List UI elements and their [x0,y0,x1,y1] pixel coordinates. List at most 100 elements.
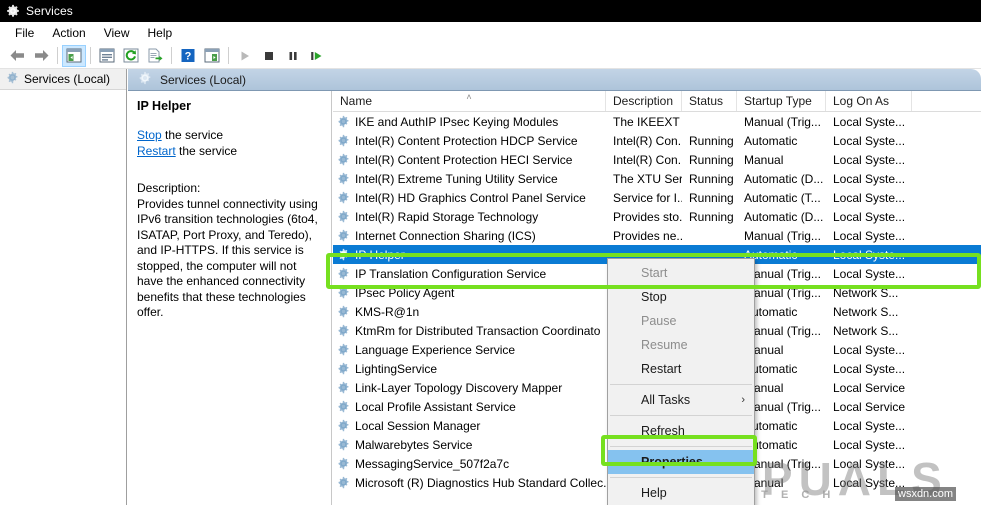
service-name-label: KtmRm for Distributed Transaction Coordi… [355,323,601,338]
cell-name: Local Profile Assistant Service [333,400,606,414]
show-hide-console-tree-icon[interactable] [62,44,86,67]
cell-startup-type: Automatic (D... [744,171,824,186]
sort-ascending-icon: ˄ [466,92,472,102]
menu-separator [610,446,752,447]
service-gear-icon [337,305,350,318]
cell-name: IPsec Policy Agent [333,286,606,300]
cell-log-on-as: Local Syste... [833,209,906,224]
cell-log-on-as: Local Syste... [833,418,906,433]
service-gear-icon [337,210,350,223]
ctx-start: Start [608,261,754,285]
forward-arrow-icon[interactable] [29,45,53,67]
results-tab-label: Services (Local) [160,72,247,87]
console-tree-pane: Services (Local) [0,69,127,505]
column-status[interactable]: Status [682,91,737,111]
menu-item-label: Restart [641,362,682,376]
service-name-label: Link-Layer Topology Discovery Mapper [355,380,563,395]
ctx-properties[interactable]: Properties [608,450,754,474]
table-row[interactable]: Intel(R) Content Protection HECI Service… [333,150,981,169]
ctx-stop[interactable]: Stop [608,285,754,309]
cell-name: Internet Connection Sharing (ICS) [333,229,606,243]
service-gear-icon [337,191,350,204]
cell-name: IP Translation Configuration Service [333,267,606,281]
description-text: Provides tunnel connectivity using IPv6 … [137,196,318,320]
cell-name: Intel(R) Extreme Tuning Utility Service [333,172,606,186]
service-gear-icon [337,324,350,337]
service-gear-icon [337,362,350,375]
cell-log-on-as: Local Syste... [833,190,906,205]
results-pane: Services (Local) IP Helper Stop the serv… [128,69,981,505]
export-list-icon[interactable] [143,45,167,67]
cell-name: Local Session Manager [333,419,606,433]
cell-log-on-as: Local Syste... [833,437,906,452]
restart-service-link[interactable]: Restart [137,144,176,158]
column-startup-type[interactable]: Startup Type [737,91,826,111]
detail-restart-line: Restart the service [137,143,323,159]
cell-startup-type: Manual (Trig... [744,114,821,129]
restart-icon[interactable] [305,45,329,67]
properties-window-icon[interactable] [95,45,119,67]
restart-line-suffix: the service [175,144,238,158]
cell-description: Provides sto... [613,209,682,224]
window-title: Services [26,4,73,18]
menu-view[interactable]: View [95,24,139,42]
menu-separator [610,384,752,385]
detail-stop-line: Stop the service [137,127,323,143]
service-gear-icon [337,267,350,280]
back-arrow-icon[interactable] [5,45,29,67]
service-name-label: Language Experience Service [355,342,516,357]
service-name-label: Intel(R) HD Graphics Control Panel Servi… [355,190,586,205]
service-name-label: KMS-R@1n [355,304,420,319]
results-pane-tab[interactable]: Services (Local) [128,69,981,91]
table-row[interactable]: Intel(R) Rapid Storage Technology Provide… [333,207,981,226]
cell-startup-type: Automatic [744,133,798,148]
refresh-icon[interactable] [119,45,143,67]
show-action-pane-icon[interactable] [200,45,224,67]
column-log-on-as[interactable]: Log On As [826,91,912,111]
menu-help[interactable]: Help [139,24,182,42]
pause-icon[interactable] [281,45,305,67]
menu-bar: File Action View Help [0,22,981,43]
menu-action[interactable]: Action [43,24,94,42]
service-name-label: Intel(R) Content Protection HDCP Service [355,133,578,148]
cell-log-on-as: Local Service [833,399,906,414]
table-row[interactable]: Intel(R) Extreme Tuning Utility Service T… [333,169,981,188]
cell-name: Intel(R) Rapid Storage Technology [333,210,606,224]
menu-file[interactable]: File [6,24,43,42]
table-row[interactable]: IKE and AuthIP IPsec Keying Modules The I… [333,112,981,131]
menu-item-label: Resume [641,338,688,352]
main-body: Services (Local) Services (Local) IP Hel… [0,69,981,505]
stop-square-icon[interactable] [257,45,281,67]
services-gear-icon [6,71,19,87]
column-name[interactable]: Name ˄ [333,91,606,111]
ctx-resume: Resume [608,333,754,357]
column-header-label: Name [340,94,373,108]
service-name-label: Local Session Manager [355,418,481,433]
ctx-restart[interactable]: Restart [608,357,754,381]
ctx-all-tasks[interactable]: All Tasks › [608,388,754,412]
cell-description: Service for I... [613,190,682,205]
table-row[interactable]: Intel(R) Content Protection HDCP Service… [333,131,981,150]
service-name-label: Microsoft (R) Diagnostics Hub Standard C… [355,475,606,490]
stop-service-link[interactable]: Stop [137,128,162,142]
cell-name: IP Helper [333,248,606,262]
menu-item-label: Properties [641,455,703,469]
service-gear-icon [337,400,350,413]
play-start-icon[interactable] [233,45,257,67]
tree-item-services-local[interactable]: Services (Local) [0,69,126,90]
svg-text:?: ? [185,51,192,63]
help-icon[interactable]: ? [176,45,200,67]
services-list-header: Name ˄ Description Status Startup Type Log On… [333,91,981,112]
service-name-label: IPsec Policy Agent [355,285,455,300]
cell-log-on-as: Local Syste... [833,342,906,357]
table-row[interactable]: Internet Connection Sharing (ICS) Provide… [333,226,981,245]
cell-description: Intel(R) Con... [613,133,682,148]
cell-name: Intel(R) Content Protection HECI Service [333,153,606,167]
column-description[interactable]: Description [606,91,682,111]
ctx-help[interactable]: Help [608,481,754,505]
cell-name: Intel(R) HD Graphics Control Panel Servi… [333,191,606,205]
table-row[interactable]: Intel(R) HD Graphics Control Panel Servi… [333,188,981,207]
menu-item-label: All Tasks [641,393,691,407]
service-context-menu: Start Stop Pause Resume Restart All Tasks › Ref… [607,258,755,505]
ctx-refresh[interactable]: Refresh [608,419,754,443]
